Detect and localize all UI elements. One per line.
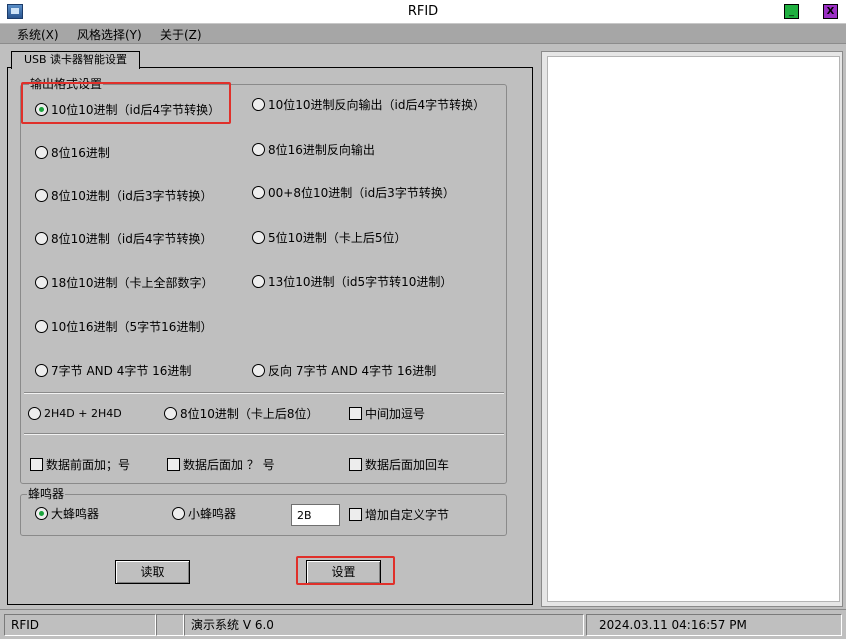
status-bar: RFID 演示系统 V 6.0 2024.03.11 04:16:57 PM <box>0 609 846 639</box>
checkbox-label: 数据后面加 ？ 号 <box>183 457 275 472</box>
checkbox-prefix-semicolon[interactable]: 数据前面加；号 <box>30 456 130 472</box>
radio-button[interactable] <box>252 363 265 377</box>
title-bar: RFID _ X <box>0 0 846 24</box>
radio-label: 8位10进制（id后3字节转换） <box>51 188 213 203</box>
checkbox-suffix-question[interactable]: 数据后面加 ？ 号 <box>167 456 275 472</box>
radio-button[interactable] <box>35 319 48 333</box>
radio-label: 10位16进制（5字节16进制） <box>51 319 213 334</box>
checkbox[interactable] <box>30 457 43 471</box>
checkbox-suffix-enter[interactable]: 数据后面加回车 <box>349 456 449 472</box>
radio-label: 10位10进制反向输出（id后4字节转换） <box>268 97 486 112</box>
radio-option-13[interactable]: 反向 7字节 AND 4字节 16进制 <box>252 362 436 378</box>
radio-option-2[interactable]: 10位10进制反向输出（id后4字节转换） <box>252 96 485 112</box>
radio-label: 反向 7字节 AND 4字节 16进制 <box>268 363 437 378</box>
radio-button[interactable] <box>252 142 265 156</box>
radio-button[interactable] <box>252 274 265 288</box>
checkbox[interactable] <box>349 457 362 471</box>
highlight-set-button <box>296 556 395 585</box>
checkbox[interactable] <box>349 406 362 420</box>
highlight-selected-option <box>21 82 231 124</box>
radio-option-14[interactable]: 2H4D + 2H4D <box>28 405 122 421</box>
checkbox-label: 增加自定义字节 <box>365 507 450 522</box>
radio-button[interactable] <box>252 230 265 244</box>
checkbox-comma[interactable]: 中间加逗号 <box>349 405 425 421</box>
radio-option-8[interactable]: 5位10进制（卡上后5位） <box>252 229 407 245</box>
status-system: 演示系统 V 6.0 <box>184 614 584 636</box>
menu-bar: 系统(X) 风格选择(Y) 关于(Z) <box>0 24 846 44</box>
radio-label: 8位10进制（id后4字节转换） <box>51 231 213 246</box>
checkbox-label: 数据前面加；号 <box>46 457 131 472</box>
radio-button[interactable] <box>252 97 265 111</box>
window-title: RFID <box>407 4 439 19</box>
radio-button[interactable] <box>35 188 48 202</box>
radio-button[interactable] <box>164 406 177 420</box>
output-panel <box>541 51 843 607</box>
radio-button[interactable] <box>35 145 48 159</box>
radio-label: 8位16进制 <box>51 145 110 160</box>
radio-button[interactable] <box>35 275 48 289</box>
radio-option-11[interactable]: 10位16进制（5字节16进制） <box>35 318 212 334</box>
divider <box>24 433 504 435</box>
radio-option-10[interactable]: 13位10进制（id5字节转10进制） <box>252 273 452 289</box>
radio-button[interactable] <box>35 506 48 520</box>
radio-large-buzzer[interactable]: 大蜂鸣器 <box>35 505 99 521</box>
radio-label: 8位10进制（卡上后8位） <box>180 406 319 421</box>
radio-label: 2H4D + 2H4D <box>44 406 122 420</box>
radio-label: 小蜂鸣器 <box>188 506 237 521</box>
radio-label: 8位16进制反向输出 <box>268 142 375 157</box>
status-datetime: 2024.03.11 04:16:57 PM <box>586 614 842 636</box>
tab-usb-settings[interactable]: USB 读卡器智能设置 <box>11 51 140 69</box>
radio-option-4[interactable]: 8位16进制反向输出 <box>252 141 375 157</box>
checkbox[interactable] <box>167 457 180 471</box>
radio-option-15[interactable]: 8位10进制（卡上后8位） <box>164 405 319 421</box>
radio-option-6[interactable]: 00+8位10进制（id后3字节转换） <box>252 184 455 200</box>
radio-label: 7字节 AND 4字节 16进制 <box>51 363 192 378</box>
menu-about[interactable]: 关于(Z) <box>160 26 202 43</box>
checkbox-custom-byte[interactable]: 增加自定义字节 <box>349 506 449 522</box>
radio-option-9[interactable]: 18位10进制（卡上全部数字） <box>35 274 214 290</box>
radio-button[interactable] <box>28 406 41 420</box>
read-button[interactable]: 读取 <box>115 560 190 584</box>
radio-label: 大蜂鸣器 <box>51 506 100 521</box>
divider <box>24 392 504 394</box>
radio-label: 00+8位10进制（id后3字节转换） <box>268 185 455 200</box>
radio-option-7[interactable]: 8位10进制（id后4字节转换） <box>35 230 213 246</box>
radio-button[interactable] <box>35 231 48 245</box>
radio-button[interactable] <box>35 363 48 377</box>
status-blank <box>156 614 184 636</box>
radio-small-buzzer[interactable]: 小蜂鸣器 <box>172 505 236 521</box>
minimize-button[interactable]: _ <box>784 4 799 19</box>
output-textarea[interactable] <box>547 56 840 602</box>
radio-label: 18位10进制（卡上全部数字） <box>51 275 214 290</box>
close-button[interactable]: X <box>823 4 838 19</box>
radio-button[interactable] <box>172 506 185 520</box>
checkbox[interactable] <box>349 507 362 521</box>
custom-byte-input[interactable]: 2B <box>291 504 340 526</box>
buzzer-legend: 蜂鸣器 <box>27 487 66 501</box>
radio-button[interactable] <box>252 185 265 199</box>
status-app: RFID <box>4 614 156 636</box>
checkbox-label: 中间加逗号 <box>365 406 426 421</box>
radio-label: 5位10进制（卡上后5位） <box>268 230 407 245</box>
radio-option-3[interactable]: 8位16进制 <box>35 144 110 160</box>
checkbox-label: 数据后面加回车 <box>365 457 450 472</box>
radio-option-12[interactable]: 7字节 AND 4字节 16进制 <box>35 362 191 378</box>
menu-system[interactable]: 系统(X) <box>17 26 59 43</box>
menu-style[interactable]: 风格选择(Y) <box>77 26 142 43</box>
radio-label: 13位10进制（id5字节转10进制） <box>268 274 453 289</box>
radio-option-5[interactable]: 8位10进制（id后3字节转换） <box>35 187 213 203</box>
